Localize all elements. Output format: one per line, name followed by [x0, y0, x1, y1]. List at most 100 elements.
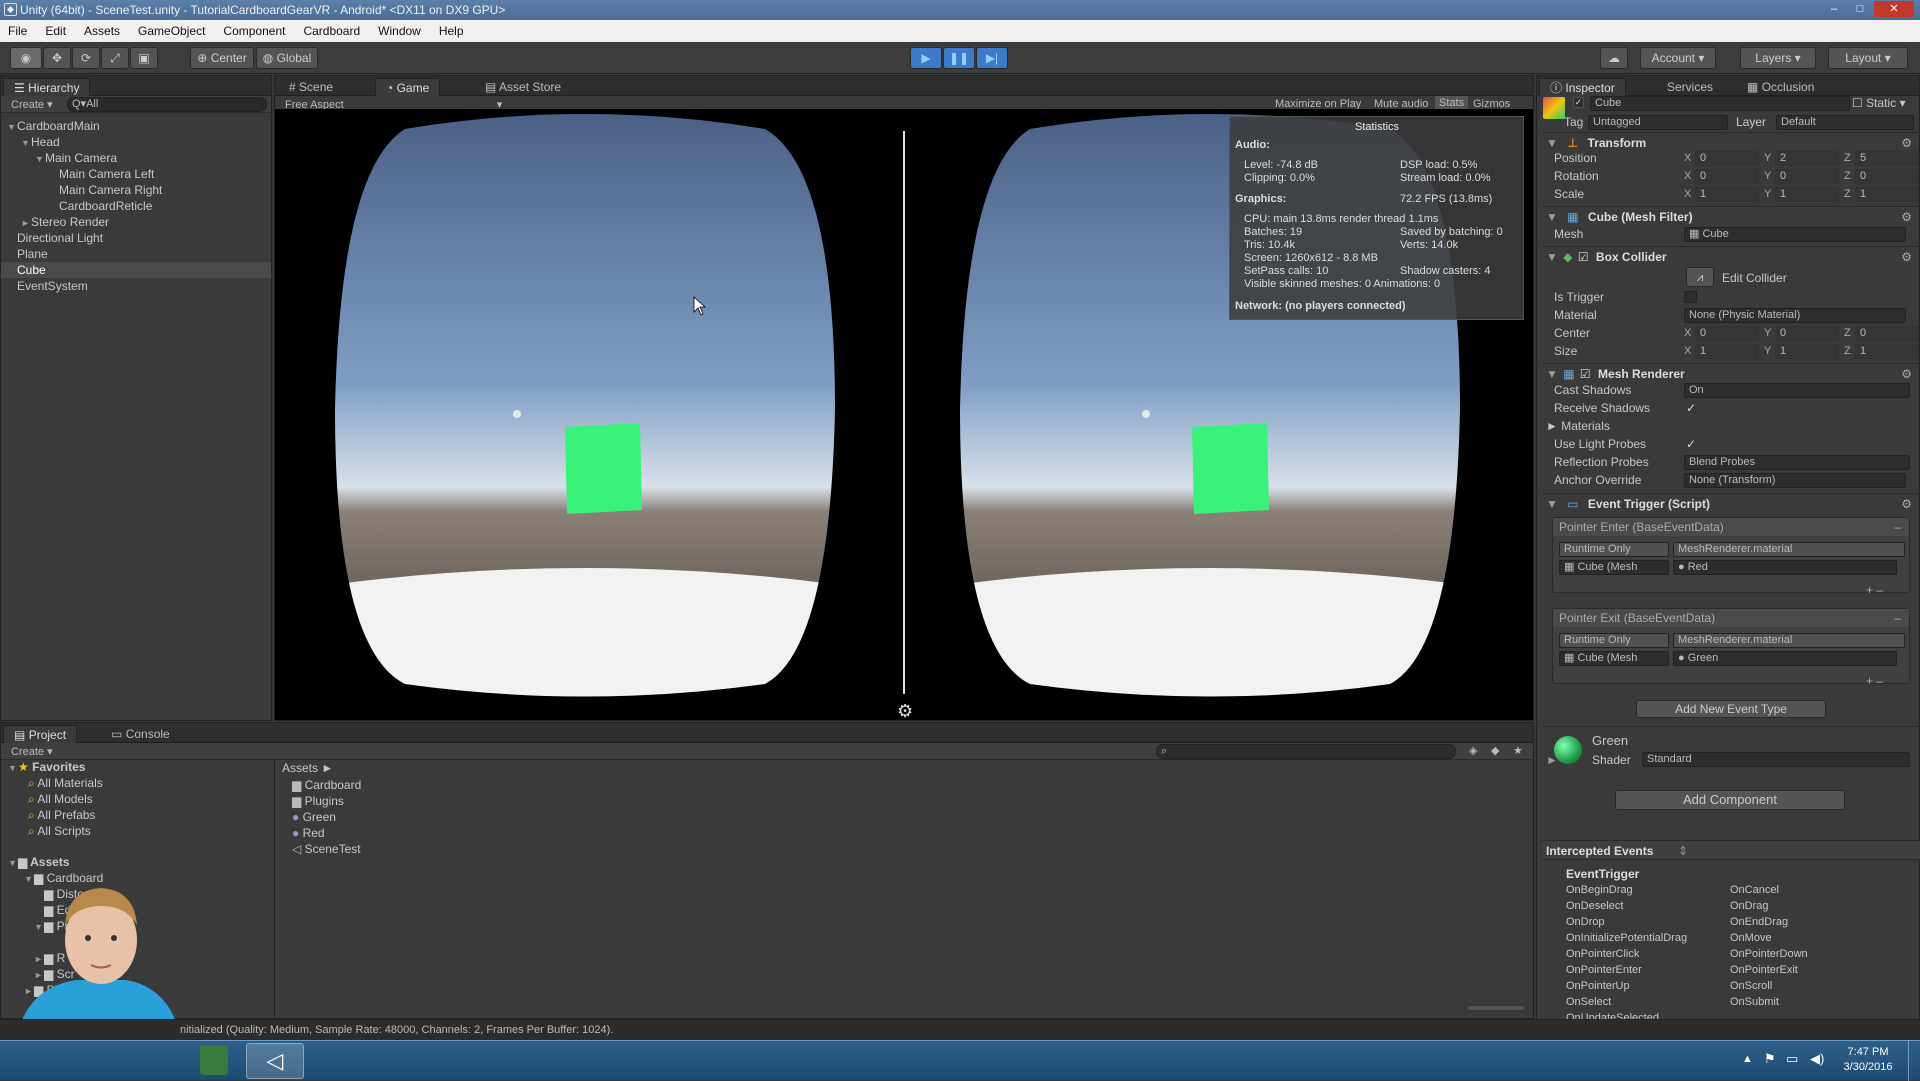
show-desktop-button[interactable]: [1908, 1041, 1920, 1081]
project-breadcrumb[interactable]: Assets ►: [282, 760, 333, 776]
receive-shadows-checkbox[interactable]: ✓: [1686, 400, 1696, 416]
hierarchy-item[interactable]: Main Camera Left: [1, 166, 271, 182]
collider-size-z-input[interactable]: 1: [1855, 344, 1919, 359]
tray-volume-icon[interactable]: ◀): [1810, 1051, 1824, 1067]
collider-size-y-input[interactable]: 1: [1775, 344, 1839, 359]
anchor-override-field[interactable]: None (Transform): [1684, 473, 1906, 488]
icon-size-slider[interactable]: [1468, 1006, 1524, 1010]
hierarchy-item[interactable]: ▼Head: [1, 134, 271, 150]
component-settings-gear-icon[interactable]: ⚙: [1901, 247, 1912, 267]
hierarchy-search-input[interactable]: Q▾All: [67, 97, 267, 112]
menu-assets[interactable]: Assets: [84, 24, 120, 38]
step-button[interactable]: ▶|: [976, 47, 1008, 69]
add-remove-listener-buttons[interactable]: + –: [1866, 673, 1883, 689]
material-foldout-arrow-icon[interactable]: ►: [1546, 752, 1558, 768]
favorite-item[interactable]: ⌕ All Scripts: [28, 823, 91, 839]
tab-asset-store[interactable]: ▤ Asset Store: [475, 78, 571, 96]
tray-expand-icon[interactable]: ▲: [1742, 1053, 1753, 1065]
transform-x-input[interactable]: 0: [1695, 169, 1759, 184]
is-trigger-checkbox[interactable]: [1684, 291, 1697, 303]
taskbar-chart-app-icon[interactable]: [200, 1045, 228, 1075]
transform-z-input[interactable]: 0: [1855, 169, 1919, 184]
event-target-field[interactable]: ▦ Cube (Mesh: [1559, 651, 1669, 666]
close-button[interactable]: ✕: [1874, 1, 1914, 17]
runtime-mode-dropdown[interactable]: Runtime Only: [1559, 633, 1669, 648]
collider-center-z-input[interactable]: 0: [1855, 326, 1919, 341]
menu-gameobject[interactable]: GameObject: [138, 24, 205, 38]
tray-network-icon[interactable]: ▭: [1786, 1051, 1798, 1067]
event-argument-field[interactable]: ● Green: [1673, 651, 1897, 666]
filter-by-type-icon[interactable]: ◈: [1469, 744, 1477, 757]
rect-tool-button[interactable]: ▣: [130, 47, 158, 69]
pivot-center-button[interactable]: ⊕ Center: [190, 47, 254, 69]
cardboard-settings-icon[interactable]: ⚙: [897, 701, 913, 719]
component-settings-gear-icon[interactable]: ⚙: [1901, 207, 1912, 227]
rotate-tool-button[interactable]: ⟳: [72, 47, 100, 69]
play-button[interactable]: ▶: [910, 47, 942, 69]
materials-foldout[interactable]: ► Materials: [1546, 418, 1610, 434]
collab-cloud-button[interactable]: ☁: [1600, 47, 1628, 69]
runtime-mode-dropdown[interactable]: Runtime Only: [1559, 542, 1669, 557]
transform-y-input[interactable]: 2: [1775, 151, 1839, 166]
transform-y-input[interactable]: 1: [1775, 187, 1839, 202]
shader-dropdown[interactable]: Standard: [1642, 752, 1910, 767]
transform-y-input[interactable]: 0: [1775, 169, 1839, 184]
active-checkbox[interactable]: ✓: [1573, 97, 1584, 108]
add-remove-listener-buttons[interactable]: + –: [1866, 582, 1883, 598]
collider-size-x-input[interactable]: 1: [1695, 344, 1759, 359]
tab-console[interactable]: ▭ Console: [101, 725, 180, 743]
favorite-item[interactable]: ⌕ All Prefabs: [28, 807, 95, 823]
favorite-item[interactable]: ⌕ All Models: [28, 791, 93, 807]
intercepted-events-header[interactable]: Intercepted Events ⇕: [1542, 840, 1920, 860]
hierarchy-item[interactable]: ▼CardboardMain: [1, 118, 271, 134]
menu-help[interactable]: Help: [439, 24, 464, 38]
pivot-global-button[interactable]: ◍ Global: [256, 47, 318, 69]
function-dropdown[interactable]: MeshRenderer.material: [1673, 542, 1905, 557]
menu-window[interactable]: Window: [378, 24, 421, 38]
collider-center-y-input[interactable]: 0: [1775, 326, 1839, 341]
add-component-button[interactable]: Add Component: [1615, 790, 1845, 810]
hierarchy-item[interactable]: Main Camera Right: [1, 182, 271, 198]
asset-file-item[interactable]: ▆ Plugins: [292, 793, 344, 809]
component-settings-gear-icon[interactable]: ⚙: [1901, 364, 1912, 384]
status-bar[interactable]: nitialized (Quality: Medium, Sample Rate…: [0, 1019, 1920, 1040]
function-dropdown[interactable]: MeshRenderer.material: [1673, 633, 1905, 648]
hierarchy-item[interactable]: ►Stereo Render: [1, 214, 271, 230]
view-tool-button[interactable]: ◉: [10, 47, 42, 69]
menu-component[interactable]: Component: [223, 24, 285, 38]
layer-dropdown[interactable]: Default: [1776, 115, 1914, 130]
tray-flag-icon[interactable]: ⚑: [1764, 1051, 1776, 1067]
hierarchy-item[interactable]: CardboardReticle: [1, 198, 271, 214]
cast-shadows-dropdown[interactable]: On: [1684, 383, 1910, 398]
hierarchy-item[interactable]: Cube: [1, 262, 271, 278]
transform-header[interactable]: ▼ ⊥ Transform ⚙: [1542, 132, 1920, 152]
mesh-field[interactable]: ▦ Cube: [1684, 227, 1906, 242]
transform-x-input[interactable]: 0: [1695, 151, 1759, 166]
favorite-item[interactable]: ⌕ All Materials: [28, 775, 103, 791]
component-settings-gear-icon[interactable]: ⚙: [1901, 133, 1912, 153]
move-tool-button[interactable]: ✥: [43, 47, 71, 69]
favorite-star-icon[interactable]: ★: [1513, 744, 1523, 757]
asset-file-item[interactable]: ● Red: [292, 825, 325, 841]
maximize-button[interactable]: □: [1848, 1, 1872, 17]
menu-edit[interactable]: Edit: [45, 24, 66, 38]
tab-inspector[interactable]: ⓘ Inspector: [1539, 78, 1626, 96]
transform-x-input[interactable]: 1: [1695, 187, 1759, 202]
mesh-renderer-header[interactable]: ▼ ▦ ☑ Mesh Renderer ⚙: [1542, 363, 1920, 383]
tab-services[interactable]: Services: [1657, 78, 1723, 96]
tab-project[interactable]: ▤ Project: [3, 725, 78, 743]
physic-material-field[interactable]: None (Physic Material): [1684, 308, 1906, 323]
taskbar-clock[interactable]: 7:47 PM 3/30/2016: [1838, 1045, 1898, 1075]
menu-cardboard[interactable]: Cardboard: [303, 24, 360, 38]
event-trigger-header[interactable]: ▼ ▭ Event Trigger (Script) ⚙: [1542, 493, 1920, 513]
tag-dropdown[interactable]: Untagged: [1588, 115, 1728, 130]
layers-dropdown[interactable]: Layers ▾: [1740, 47, 1816, 69]
remove-event-icon[interactable]: –: [1894, 518, 1901, 536]
reflection-probes-dropdown[interactable]: Blend Probes: [1684, 455, 1910, 470]
light-probes-checkbox[interactable]: ✓: [1686, 436, 1696, 452]
hierarchy-item[interactable]: EventSystem: [1, 278, 271, 294]
static-toggle[interactable]: ☐ Static ▾: [1852, 95, 1905, 111]
pause-button[interactable]: ❚❚: [943, 47, 975, 69]
favorites-section[interactable]: ▼★ Favorites: [8, 759, 85, 775]
component-enabled-checkbox[interactable]: ☑: [1580, 367, 1591, 381]
